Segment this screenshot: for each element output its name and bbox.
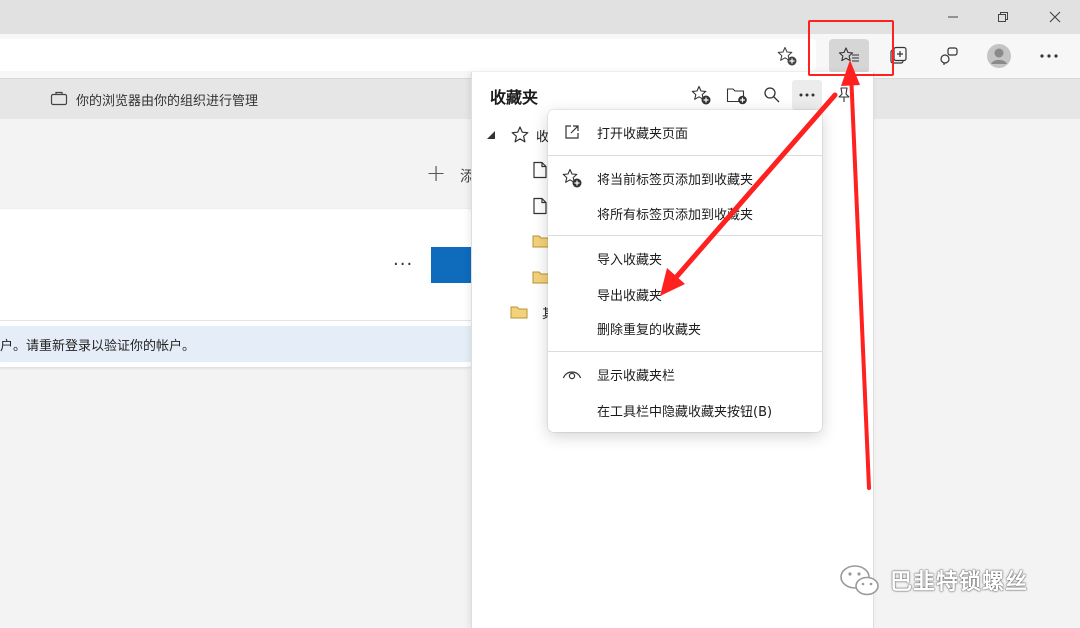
card-more-button[interactable]: ... [393, 249, 413, 270]
annotation-highlight-box [808, 20, 894, 76]
avatar [987, 44, 1011, 68]
menu-label: 在工具栏中隐藏收藏夹按钮(B) [597, 404, 773, 420]
add-folder-button[interactable] [722, 80, 752, 110]
add-favorite-button[interactable] [776, 45, 798, 67]
signin-notice: 户。请重新登录以验证你的帐户。 [0, 326, 472, 362]
add-plus-icon: + [426, 159, 447, 187]
minimize-icon [948, 16, 958, 18]
menu-separator [548, 235, 822, 236]
folder-icon [510, 306, 528, 319]
menu-label: 显示收藏夹栏 [597, 368, 676, 384]
star-add-icon [691, 85, 711, 105]
close-icon [1049, 11, 1061, 23]
restore-icon [998, 12, 1008, 22]
profile-button[interactable] [979, 39, 1019, 73]
menu-label: 导出收藏夹 [597, 288, 663, 304]
watermark-text: 巴韭特锁螺丝 [890, 570, 1029, 595]
menu-import-favorites[interactable]: 导入收藏夹 [548, 241, 822, 275]
managed-notice-text: 你的浏览器由你的组织进行管理 [76, 94, 259, 109]
pin-panel-button[interactable] [829, 80, 859, 110]
wechat-logo-icon [840, 565, 879, 596]
favorites-more-menu: 打开收藏夹页面 将当前标签页添加到收藏夹 将所有标签页添加到收藏夹 导入收藏夹 … [548, 110, 822, 432]
more-icon [799, 93, 815, 97]
extensions-button[interactable] [928, 39, 968, 73]
favorites-more-button[interactable] [792, 80, 822, 110]
menu-separator [548, 155, 822, 156]
account-card: ... 户。请重新登录以验证你的帐户。 [0, 209, 475, 367]
menu-add-all-tabs[interactable]: 将所有标签页添加到收藏夹 [548, 196, 822, 230]
star-add-icon [777, 46, 797, 66]
menu-label: 打开收藏夹页面 [597, 126, 689, 142]
feedback-icon [940, 47, 958, 65]
more-icon [1040, 54, 1058, 58]
title-bar [0, 0, 1080, 34]
menu-open-favorites-page[interactable]: 打开收藏夹页面 [548, 115, 822, 149]
page-icon [533, 161, 547, 179]
divider [0, 320, 472, 321]
eye-icon [548, 367, 596, 381]
address-bar[interactable] [0, 39, 816, 71]
menu-show-favorites-bar[interactable]: 显示收藏夹栏 [548, 357, 822, 391]
restore-button[interactable] [980, 0, 1026, 34]
menu-export-favorites[interactable]: 导出收藏夹 [548, 277, 822, 311]
briefcase-icon [50, 90, 68, 106]
menu-label: 将当前标签页添加到收藏夹 [597, 172, 754, 188]
menu-add-current-tab[interactable]: 将当前标签页添加到收藏夹 [548, 161, 822, 195]
favorites-root-row[interactable]: 收 [486, 119, 549, 151]
menu-remove-duplicates[interactable]: 删除重复的收藏夹 [548, 311, 822, 345]
menu-label: 将所有标签页添加到收藏夹 [597, 207, 754, 223]
menu-label: 导入收藏夹 [597, 252, 663, 268]
page-icon [533, 197, 547, 215]
star-add-icon [548, 167, 596, 189]
menu-hide-favorites-button[interactable]: 在工具栏中隐藏收藏夹按钮(B) [548, 393, 822, 427]
signin-notice-text: 户。请重新登录以验证你的帐户。 [0, 339, 196, 354]
collapse-triangle-icon [487, 131, 495, 139]
open-external-icon [548, 123, 596, 141]
folder-add-icon [726, 88, 747, 105]
card-primary-button[interactable] [431, 247, 475, 283]
favorite-item[interactable] [532, 190, 548, 222]
close-button[interactable] [1032, 0, 1078, 34]
minimize-button[interactable] [930, 0, 976, 34]
favorites-title: 收藏夹 [490, 88, 539, 107]
settings-more-button[interactable] [1029, 39, 1069, 73]
pin-icon [838, 87, 850, 102]
menu-label: 删除重复的收藏夹 [597, 322, 702, 338]
star-icon [511, 126, 529, 143]
search-favorites-button[interactable] [757, 80, 787, 110]
panel-add-favorite-button[interactable] [686, 80, 716, 110]
watermark: 巴韭特锁螺丝 [838, 562, 1028, 598]
search-icon [764, 87, 780, 103]
favorite-item[interactable] [532, 154, 548, 186]
menu-separator [548, 351, 822, 352]
